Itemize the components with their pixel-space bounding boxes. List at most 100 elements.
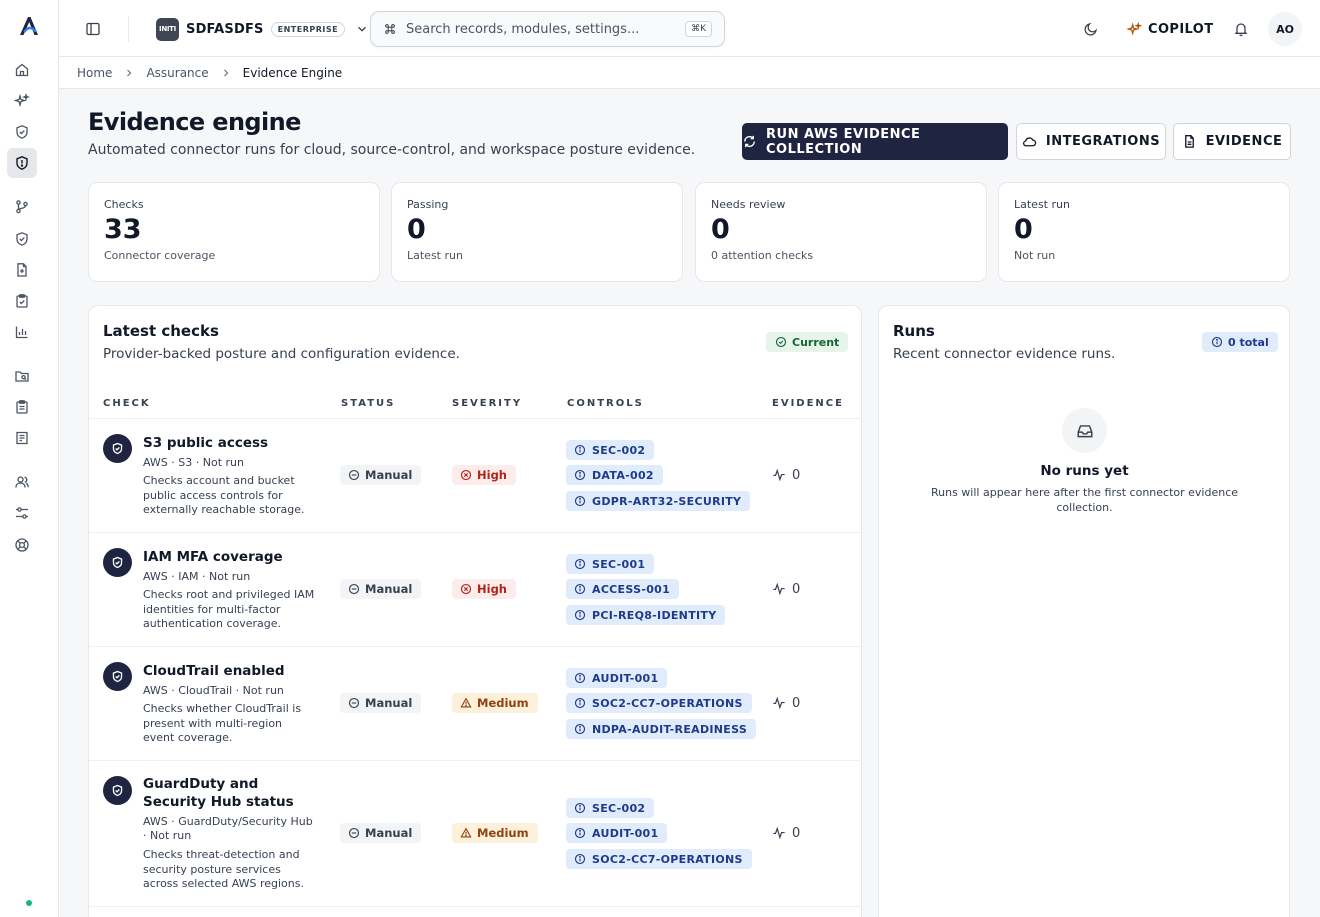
user-avatar[interactable]: AO bbox=[1268, 12, 1302, 46]
empty-state-description: Runs will appear here after the first co… bbox=[930, 486, 1239, 514]
app-logo[interactable] bbox=[17, 14, 41, 38]
org-switcher[interactable]: INITI SDFASDFS ENTERPRISE bbox=[156, 16, 369, 42]
stat-value: 0 bbox=[407, 214, 426, 245]
shield-alert-icon[interactable] bbox=[7, 148, 37, 178]
shield-check-icon bbox=[103, 548, 132, 577]
topbar-divider bbox=[128, 16, 129, 42]
check-meta: AWS · IAM · Not run bbox=[143, 570, 251, 583]
evidence-count: 0 bbox=[772, 465, 800, 485]
shield-check-icon bbox=[103, 776, 132, 805]
evidence-value: 0 bbox=[792, 467, 801, 483]
stat-card-checks: Checks 33 Connector coverage bbox=[88, 182, 380, 282]
severity-badge: Medium bbox=[452, 693, 538, 713]
column-header-status[interactable]: STATUS bbox=[341, 398, 395, 409]
info-icon bbox=[1211, 336, 1223, 348]
column-header-controls[interactable]: CONTROLS bbox=[567, 398, 644, 409]
chevron-down-icon bbox=[355, 22, 369, 36]
lifebuoy-icon[interactable] bbox=[11, 534, 33, 556]
clipboard-list-icon[interactable] bbox=[11, 396, 33, 418]
shield-icon[interactable] bbox=[11, 228, 33, 250]
chevron-right-icon bbox=[123, 67, 135, 79]
copilot-button[interactable]: COPILOT bbox=[1127, 18, 1214, 40]
evidence-value: 0 bbox=[792, 695, 801, 711]
sliders-icon[interactable] bbox=[11, 502, 33, 524]
home-icon[interactable] bbox=[11, 59, 33, 81]
control-tag[interactable]: ACCESS-001 bbox=[566, 579, 680, 599]
column-header-evidence[interactable]: EVIDENCE bbox=[772, 398, 844, 409]
control-label: SEC-002 bbox=[592, 801, 646, 815]
control-tag[interactable]: SEC-002 bbox=[566, 440, 655, 460]
control-tag[interactable]: SEC-001 bbox=[566, 554, 655, 574]
search-shortcut: ⌘K bbox=[685, 21, 712, 37]
stat-label: Needs review bbox=[711, 198, 786, 211]
control-tag[interactable]: DATA-002 bbox=[566, 465, 663, 485]
search-input[interactable]: Search records, modules, settings... ⌘K bbox=[370, 11, 725, 47]
check-circle-icon bbox=[775, 336, 787, 348]
info-icon bbox=[574, 723, 586, 735]
control-tag[interactable]: SEC-002 bbox=[566, 798, 655, 818]
check-meta: AWS · S3 · Not run bbox=[143, 456, 244, 469]
stat-sub: Connector coverage bbox=[104, 249, 216, 262]
status-label: Manual bbox=[365, 826, 413, 840]
warning-triangle-icon bbox=[460, 697, 472, 709]
shield-check-icon[interactable] bbox=[11, 121, 33, 143]
check-description: Checks threat-detection and security pos… bbox=[143, 848, 304, 890]
check-name[interactable]: IAM MFA coverage bbox=[143, 548, 313, 566]
x-circle-icon bbox=[460, 583, 472, 595]
users-icon[interactable] bbox=[11, 471, 33, 493]
activity-icon bbox=[772, 582, 786, 596]
stat-card-passing: Passing 0 Latest run bbox=[391, 182, 683, 282]
inbox-icon bbox=[1062, 408, 1107, 453]
severity-label: Medium bbox=[477, 826, 529, 840]
control-tag[interactable]: SOC2-CC7-OPERATIONS bbox=[566, 849, 752, 869]
receipt-icon[interactable] bbox=[11, 427, 33, 449]
evidence-button[interactable]: EVIDENCE bbox=[1173, 123, 1291, 160]
sidebar-toggle-icon[interactable] bbox=[82, 18, 104, 40]
check-name[interactable]: S3 public access bbox=[143, 434, 313, 452]
folder-search-icon[interactable] bbox=[11, 365, 33, 387]
breadcrumb-home[interactable]: Home bbox=[77, 66, 112, 80]
control-tag[interactable]: AUDIT-001 bbox=[566, 668, 668, 688]
panel-title: Runs bbox=[893, 322, 935, 340]
minus-circle-icon bbox=[348, 827, 360, 839]
bar-chart-icon[interactable] bbox=[11, 321, 33, 343]
stat-sub: 0 attention checks bbox=[711, 249, 814, 262]
evidence-value: 0 bbox=[792, 581, 801, 597]
severity-label: Medium bbox=[477, 696, 529, 710]
column-header-clipped: I bbox=[861, 398, 862, 409]
control-label: SEC-001 bbox=[592, 557, 646, 571]
run-aws-collection-button[interactable]: RUN AWS EVIDENCE COLLECTION bbox=[742, 123, 1008, 160]
clipped-cell: ISI bbox=[861, 449, 862, 503]
file-sync-icon[interactable] bbox=[11, 259, 33, 281]
check-name[interactable]: CloudTrail enabled bbox=[143, 662, 313, 680]
x-circle-icon bbox=[460, 469, 472, 481]
git-branch-icon[interactable] bbox=[11, 196, 33, 218]
control-tag[interactable]: GDPR-ART32-SECURITY bbox=[566, 491, 751, 511]
column-header-check[interactable]: CHECK bbox=[103, 398, 151, 409]
run-aws-collection-label: RUN AWS EVIDENCE COLLECTION bbox=[766, 126, 921, 157]
status-badge: Manual bbox=[340, 693, 422, 713]
activity-icon bbox=[772, 826, 786, 840]
control-label: PCI-REQ8-IDENTITY bbox=[592, 608, 717, 622]
bell-icon[interactable] bbox=[1230, 18, 1252, 40]
severity-badge: Medium bbox=[452, 823, 538, 843]
page-subtitle: Automated connector runs for cloud, sour… bbox=[88, 142, 696, 158]
control-tag[interactable]: PCI-REQ8-IDENTITY bbox=[566, 605, 726, 625]
control-tag[interactable]: SOC2-CC7-OPERATIONS bbox=[566, 693, 752, 713]
latest-checks-panel: Latest checks Provider-backed posture an… bbox=[88, 305, 862, 917]
sparkles-icon[interactable] bbox=[11, 90, 33, 112]
stat-sub: Not run bbox=[1014, 249, 1056, 262]
evidence-count: 0 bbox=[772, 693, 800, 713]
info-icon bbox=[574, 697, 586, 709]
moon-icon[interactable] bbox=[1080, 18, 1102, 40]
control-label: SOC2-CC7-OPERATIONS bbox=[592, 696, 743, 710]
check-name[interactable]: GuardDuty and Security Hub status bbox=[143, 775, 313, 811]
clipboard-check-icon[interactable] bbox=[11, 290, 33, 312]
integrations-button[interactable]: INTEGRATIONS bbox=[1016, 123, 1166, 160]
breadcrumb-assurance[interactable]: Assurance bbox=[146, 66, 208, 80]
header-divider bbox=[89, 418, 861, 419]
breadcrumb-current: Evidence Engine bbox=[242, 65, 343, 80]
control-tag[interactable]: AUDIT-001 bbox=[566, 823, 668, 843]
column-header-severity[interactable]: SEVERITY bbox=[452, 398, 522, 409]
control-tag[interactable]: NDPA-AUDIT-READINESS bbox=[566, 719, 757, 739]
